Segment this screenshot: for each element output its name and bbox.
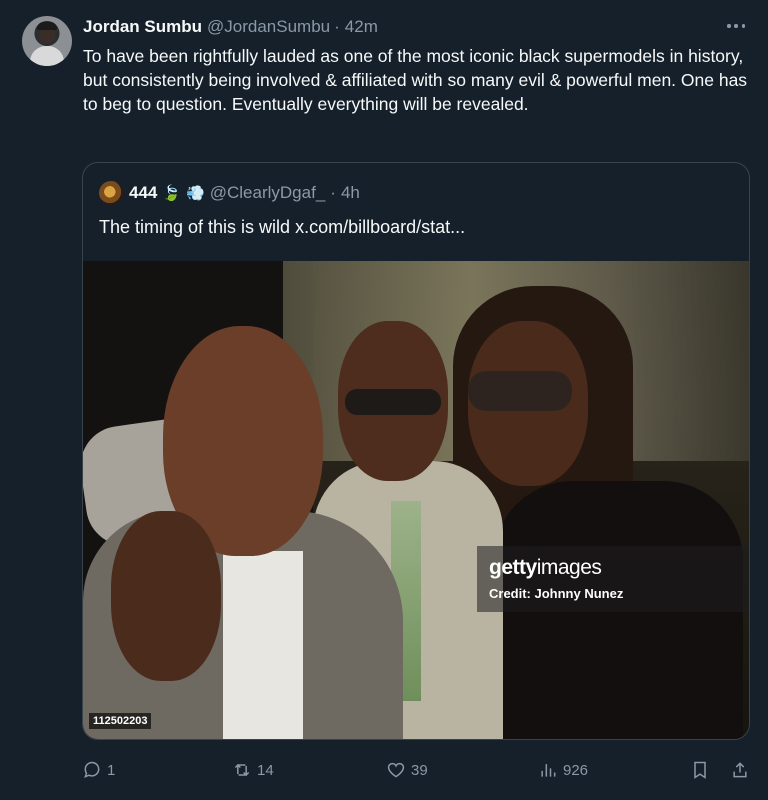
tweet-actions: 1 14 39 926	[82, 758, 752, 782]
bookmark-icon	[694, 761, 706, 779]
author-handle[interactable]: @JordanSumbu	[207, 17, 330, 37]
tweet-timestamp[interactable]: 42m	[345, 17, 378, 37]
quoted-tweet-header: 444 🍃 💨 @ClearlyDgaf_ · 4h	[99, 181, 360, 205]
getty-brand-rest: images	[536, 556, 602, 579]
views-button[interactable]: 926	[538, 758, 588, 782]
author-avatar[interactable]	[22, 16, 72, 66]
wind-emoji-icon: 💨	[186, 185, 205, 202]
tweet-header: Jordan Sumbu @JordanSumbu · 42m	[83, 16, 378, 38]
getty-brand-bold: getty	[489, 556, 537, 579]
quoted-tweet-timestamp[interactable]: 4h	[341, 183, 360, 203]
tweet-text: To have been rightfully lauded as one of…	[83, 46, 748, 114]
like-icon	[387, 762, 405, 778]
quoted-author-handle[interactable]: @ClearlyDgaf_	[210, 183, 326, 203]
like-button[interactable]: 39	[386, 758, 428, 782]
retweet-button[interactable]: 14	[232, 758, 274, 782]
quoted-author-name[interactable]: 444	[129, 183, 157, 203]
photo-sunglasses-center	[345, 389, 441, 415]
retweet-icon	[234, 763, 250, 777]
author-name[interactable]: Jordan Sumbu	[83, 17, 202, 37]
quoted-header-separator: ·	[330, 183, 336, 202]
avatar-body	[30, 46, 64, 66]
reply-count: 1	[107, 761, 116, 779]
header-separator: ·	[334, 17, 340, 36]
views-icon	[541, 764, 556, 777]
bookmark-button[interactable]	[690, 758, 710, 782]
quoted-author-avatar[interactable]	[99, 181, 123, 205]
image-id-label: 112502203	[89, 713, 152, 729]
reply-button[interactable]: 1	[82, 758, 115, 782]
getty-watermark: gettyimages Credit: Johnny Nunez	[477, 546, 749, 612]
leaf-emoji-icon: 🍃	[162, 185, 182, 202]
avatar-cap	[37, 22, 57, 30]
reply-icon	[84, 761, 100, 778]
photo-pointing-hand	[111, 511, 221, 681]
quoted-tweet-photo[interactable]: gettyimages Credit: Johnny Nunez 1125022…	[83, 261, 749, 739]
quoted-tweet-text: The timing of this is wild x.com/billboa…	[99, 217, 466, 237]
retweet-count: 14	[257, 761, 274, 779]
photo-person-left-shirt	[223, 551, 303, 739]
more-icon[interactable]	[724, 18, 748, 34]
quoted-tweet[interactable]: 444 🍃 💨 @ClearlyDgaf_ · 4h The timing of…	[82, 162, 750, 740]
photo-sunglasses-right	[468, 371, 572, 411]
like-count: 39	[411, 761, 428, 779]
view-count: 926	[563, 761, 589, 779]
share-button[interactable]	[730, 758, 750, 782]
share-icon	[733, 762, 747, 778]
getty-brand: gettyimages	[489, 556, 602, 580]
tweet[interactable]: Jordan Sumbu @JordanSumbu · 42m To have …	[0, 0, 768, 800]
photo-credit: Credit: Johnny Nunez	[489, 586, 624, 601]
